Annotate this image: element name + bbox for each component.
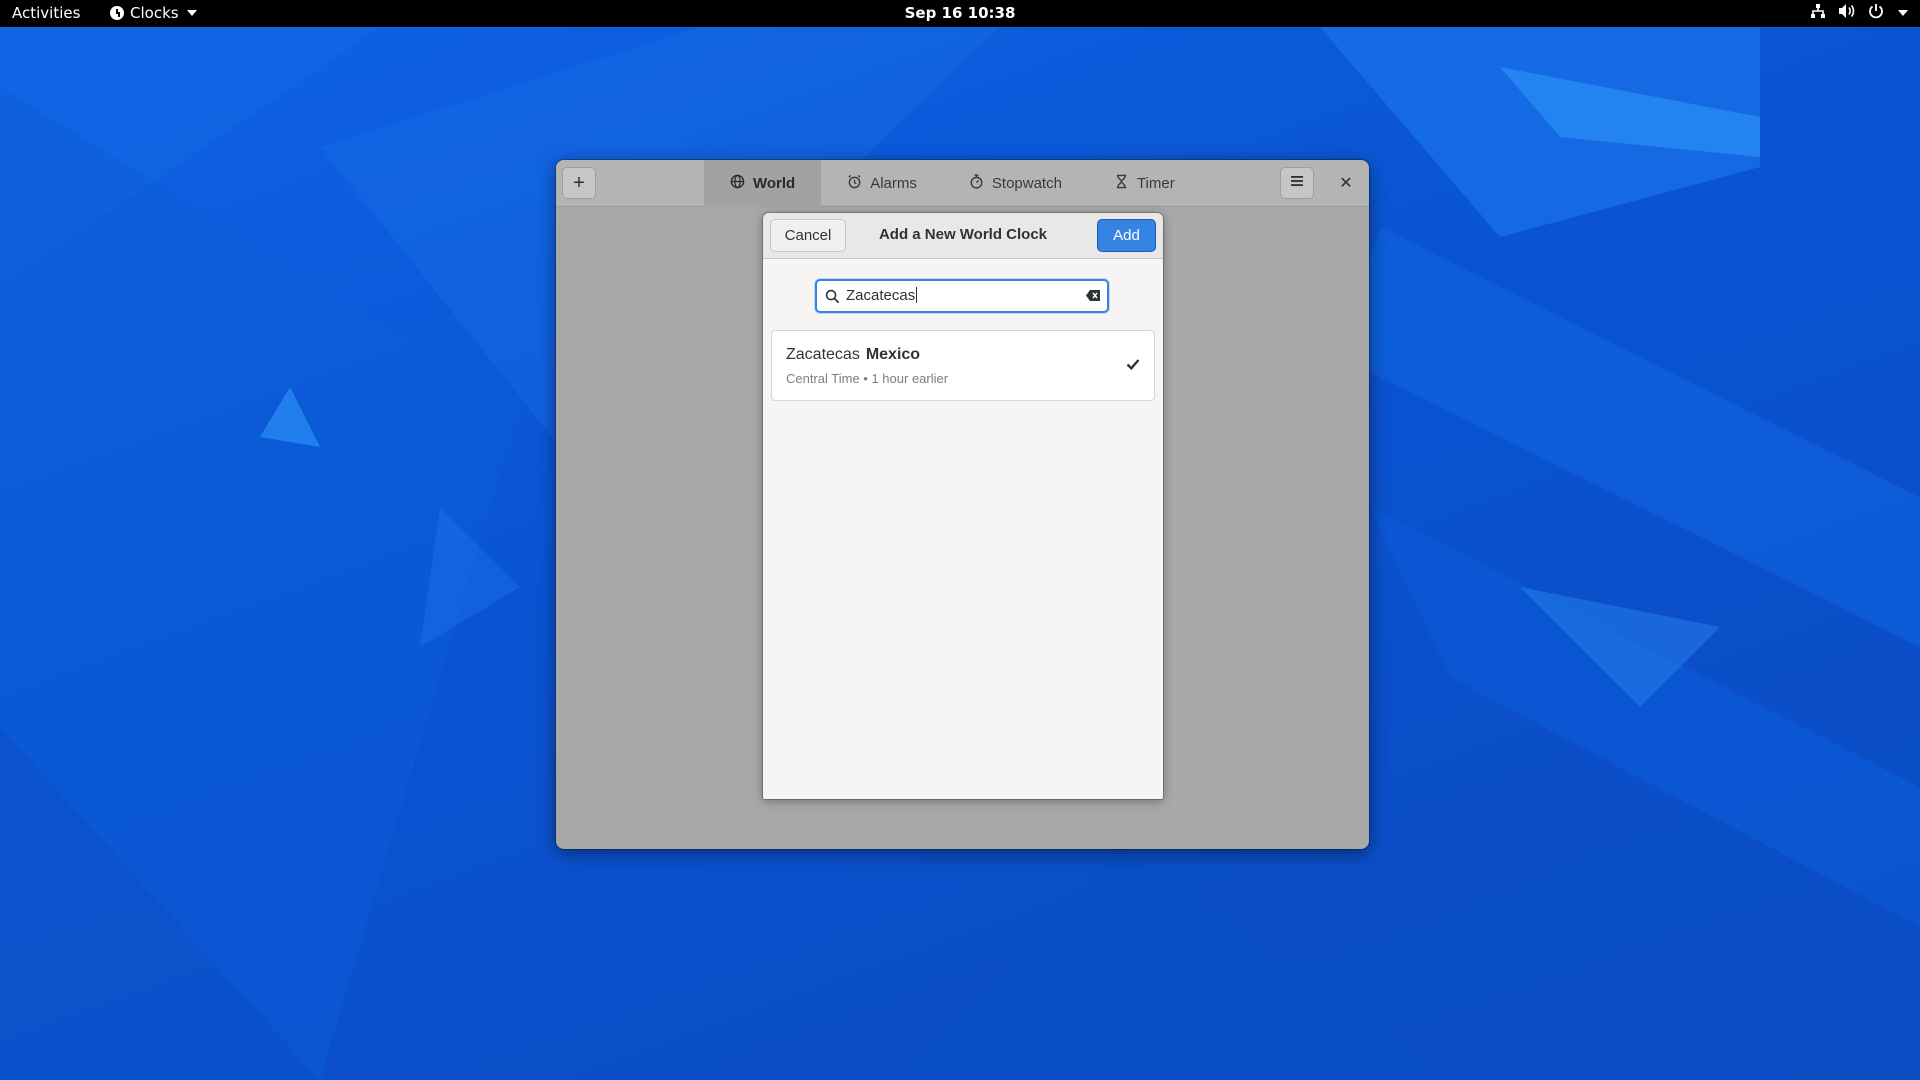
search-results-list: Zacatecas Mexico Central Time • 1 hour ea… — [771, 330, 1155, 401]
search-icon — [825, 289, 840, 309]
hamburger-icon — [1290, 174, 1304, 192]
tab-label: Stopwatch — [991, 175, 1062, 192]
tab-world[interactable]: World — [704, 160, 822, 207]
network-icon — [1810, 3, 1826, 23]
search-input[interactable]: Zacatecas — [846, 287, 918, 304]
activities-button[interactable]: Activities — [12, 4, 80, 22]
location-name: Zacatecas Mexico — [786, 346, 920, 364]
new-clock-button[interactable]: + — [562, 167, 596, 199]
system-menu-caret-icon — [1898, 10, 1908, 16]
close-window-button[interactable]: ✕ — [1330, 167, 1362, 199]
cancel-button[interactable]: Cancel — [770, 219, 846, 252]
view-switcher: World Alarms Stopwatch Timer — [704, 160, 1201, 207]
checkmark-icon — [1126, 357, 1140, 375]
caret-down-icon — [186, 10, 197, 16]
add-world-clock-dialog: Cancel Add a New World Clock Add Zacatec… — [763, 213, 1163, 799]
tab-timer[interactable]: Timer — [1088, 160, 1201, 207]
location-detail: Central Time • 1 hour earlier — [786, 371, 949, 386]
list-item[interactable]: Zacatecas Mexico Central Time • 1 hour ea… — [772, 331, 1154, 400]
alarm-icon — [847, 174, 862, 193]
header-bar: + World Alarms Stopwatch Timer ✕ — [556, 160, 1369, 207]
main-menu-button[interactable] — [1280, 167, 1314, 199]
text-cursor — [916, 287, 918, 303]
search-input-value: Zacatecas — [846, 287, 916, 304]
app-menu[interactable]: Clocks — [110, 4, 197, 22]
hourglass-icon — [1114, 174, 1129, 193]
stopwatch-icon — [969, 174, 984, 193]
power-icon — [1868, 3, 1884, 23]
top-bar-clock-container: Sep 16 10:38 — [0, 4, 1920, 22]
city-name: Zacatecas — [786, 346, 860, 363]
top-bar: Activities Clocks Sep 16 10:38 — [0, 0, 1920, 27]
tab-label: World — [753, 175, 796, 192]
globe-icon — [730, 174, 745, 193]
clocks-app-icon — [110, 6, 124, 20]
tab-stopwatch[interactable]: Stopwatch — [943, 160, 1088, 207]
location-search-entry[interactable]: Zacatecas — [815, 279, 1109, 313]
add-button[interactable]: Add — [1097, 219, 1156, 252]
clear-search-icon[interactable] — [1085, 289, 1101, 307]
volume-icon — [1838, 3, 1856, 23]
app-menu-label: Clocks — [130, 4, 179, 22]
tab-alarms[interactable]: Alarms — [821, 160, 943, 207]
dialog-header: Cancel Add a New World Clock Add — [763, 213, 1163, 259]
tab-label: Alarms — [870, 175, 917, 192]
plus-icon: + — [573, 171, 585, 194]
close-icon: ✕ — [1339, 175, 1353, 192]
system-tray[interactable] — [1810, 3, 1908, 23]
datetime-button[interactable]: Sep 16 10:38 — [905, 4, 1016, 22]
tab-label: Timer — [1136, 175, 1175, 192]
country-name: Mexico — [865, 346, 921, 363]
